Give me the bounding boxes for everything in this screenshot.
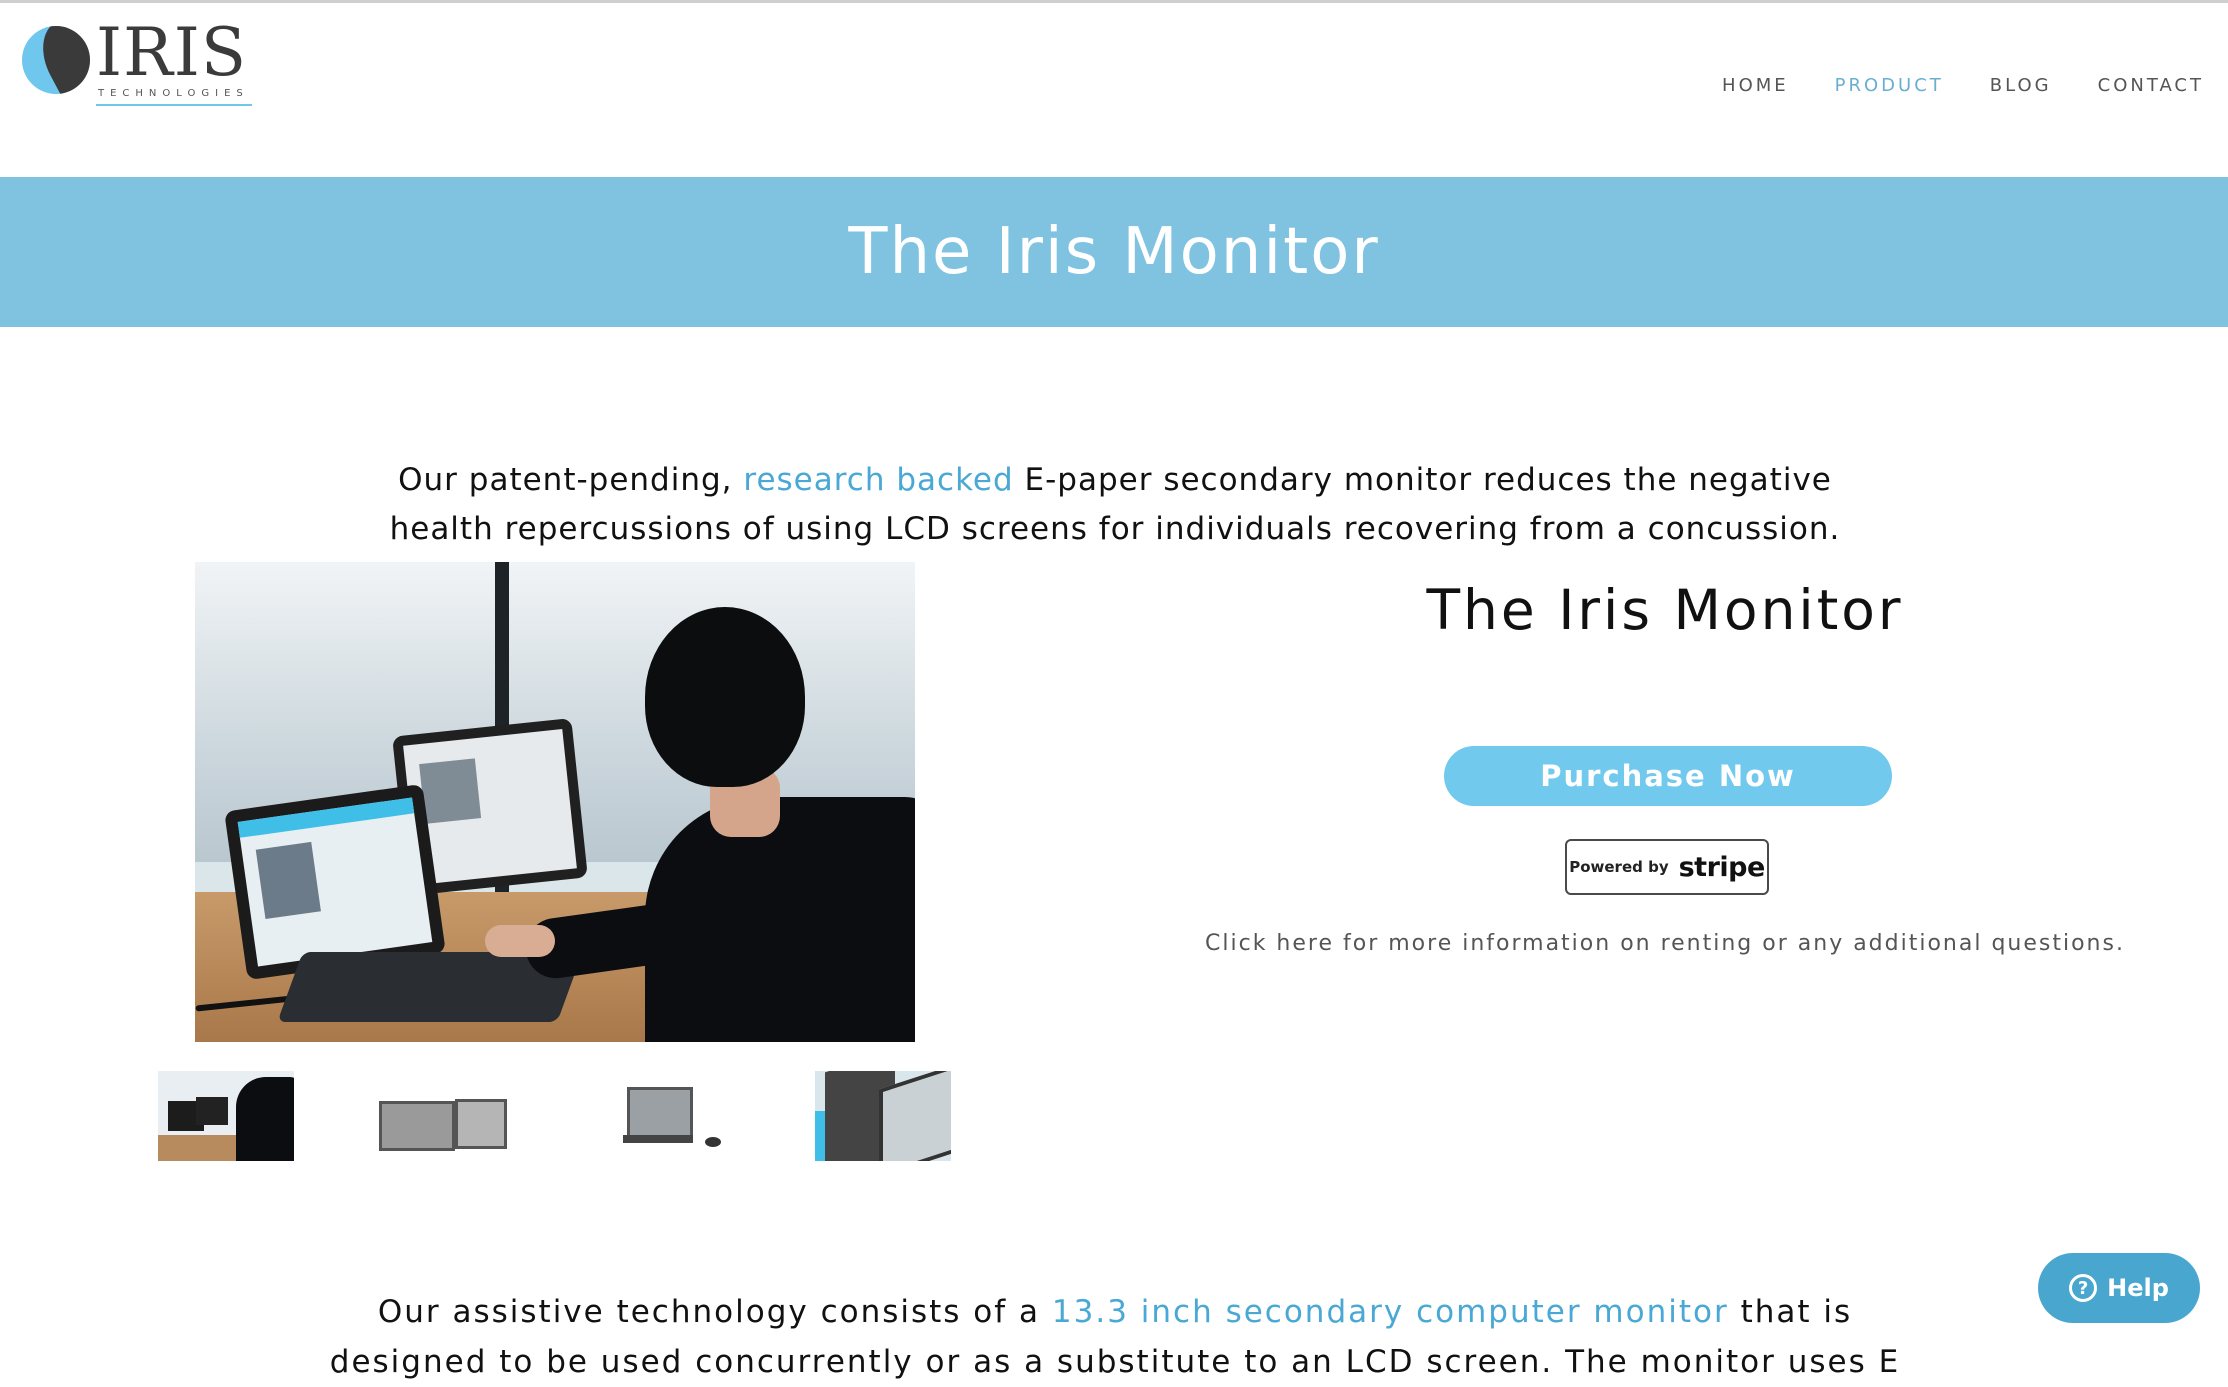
banner-title: The Iris Monitor (848, 215, 1380, 289)
product-thumbnail-3[interactable] (593, 1071, 729, 1161)
bottom-text-before: Our assistive technology consists of a (377, 1294, 1052, 1330)
logo-tagline: TECHNOLOGIES (98, 88, 249, 99)
purchase-now-button[interactable]: Purchase Now (1444, 746, 1892, 806)
monitor-spec-link[interactable]: 13.3 inch secondary computer monitor (1052, 1294, 1729, 1330)
iris-logo-icon (22, 26, 90, 94)
hero-banner: The Iris Monitor (0, 177, 2228, 327)
top-border (0, 0, 2228, 3)
research-backed-link[interactable]: research backed (743, 462, 1013, 498)
product-thumbnail-2[interactable] (375, 1071, 511, 1161)
main-nav: HOME PRODUCT BLOG CONTACT (1722, 75, 2204, 96)
help-label: Help (2107, 1274, 2169, 1302)
product-main-image[interactable] (195, 562, 915, 1042)
product-thumbnail-4[interactable] (815, 1071, 951, 1161)
intro-paragraph: Our patent-pending, research backed E-pa… (360, 456, 1870, 554)
nav-product[interactable]: PRODUCT (1835, 75, 1944, 96)
logo-wordmark: IRIS (96, 14, 248, 91)
technology-description: Our assistive technology consists of a 1… (320, 1287, 1910, 1387)
rental-info-link[interactable]: Click here for more information on renti… (1150, 931, 2180, 956)
question-icon: ? (2069, 1274, 2098, 1302)
nav-home[interactable]: HOME (1722, 75, 1789, 96)
nav-blog[interactable]: BLOG (1990, 75, 2052, 96)
stripe-powered-label: Powered by (1569, 858, 1669, 876)
nav-contact[interactable]: CONTACT (2098, 75, 2204, 96)
logo-underline (96, 104, 252, 106)
intro-text-before: Our patent-pending, (398, 462, 744, 498)
product-title: The Iris Monitor (1426, 578, 1904, 642)
iris-logo[interactable]: IRIS TECHNOLOGIES (22, 20, 252, 106)
stripe-logo: stripe (1678, 851, 1766, 883)
product-thumbnail-1[interactable] (158, 1071, 294, 1161)
powered-by-stripe-badge[interactable]: Powered by stripe (1565, 839, 1769, 895)
help-button[interactable]: ? Help (2038, 1253, 2200, 1323)
